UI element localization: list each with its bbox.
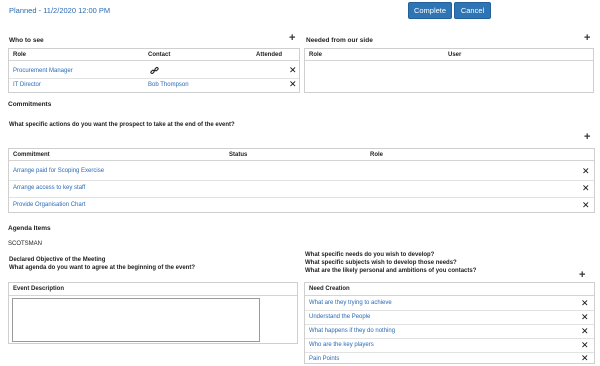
table-row: Arrange access to key staff ✕ [9, 181, 594, 194]
commitment-link[interactable]: Arrange access to key staff [13, 185, 85, 191]
col-commitment: Commitment [13, 152, 50, 158]
remove-close-icon[interactable]: ✕ [581, 313, 589, 322]
add-need-plus-icon[interactable]: + [579, 270, 585, 281]
commitments-table: Commitment Status Role Arrange paid for … [8, 148, 595, 213]
commitments-header: Commitment Status Role [9, 149, 594, 161]
need-link[interactable]: Who are the key players [309, 342, 374, 348]
need-link[interactable]: Pain Points [309, 356, 339, 362]
need-question-2: What specific subjects wish to develop t… [305, 260, 457, 266]
remove-close-icon[interactable]: ✕ [581, 299, 589, 308]
col-status: Status [229, 152, 248, 158]
need-link[interactable]: What are they trying to achieve [309, 300, 392, 306]
table-row: What are they trying to achieve ✕ [305, 297, 594, 310]
need-question-1: What specific needs do you wish to devel… [305, 252, 435, 258]
remove-close-icon[interactable]: ✕ [582, 167, 590, 176]
need-link[interactable]: Understand the People [309, 314, 370, 320]
commitment-link[interactable]: Arrange paid for Scoping Exercise [13, 168, 104, 174]
commitment-link[interactable]: Provide Organisation Chart [13, 202, 85, 208]
col-role: Role [309, 52, 323, 58]
event-description-input[interactable] [12, 298, 260, 342]
event-description-label: Event Description [13, 286, 65, 292]
objective-label: Declared Objective of the Meeting [9, 257, 106, 263]
need-creation-label: Need Creation [309, 286, 350, 292]
remove-close-icon[interactable]: ✕ [581, 327, 589, 336]
remove-close-icon[interactable]: ✕ [582, 184, 590, 193]
table-row: Arrange paid for Scoping Exercise ✕ [9, 164, 594, 177]
table-row: Provide Organisation Chart ✕ [9, 198, 594, 211]
col-role: Role [370, 152, 384, 158]
add-needed-plus-icon[interactable]: + [584, 33, 590, 44]
col-user: User [448, 52, 462, 58]
remove-close-icon[interactable]: ✕ [289, 80, 297, 89]
needed-title: Needed from our side [306, 37, 373, 44]
contact-link[interactable]: Bob Thompson [148, 82, 189, 88]
company-name: SCOTSMAN [8, 241, 43, 247]
cancel-button[interactable]: Cancel [454, 2, 491, 19]
commitments-question: What specific actions do you want the pr… [9, 122, 235, 128]
need-creation-header: Need Creation [305, 283, 594, 296]
role-link[interactable]: Procurement Manager [13, 68, 73, 74]
need-link[interactable]: What happens if they do nothing [309, 328, 395, 334]
needed-table: Role User [304, 48, 594, 93]
table-row: Who are the key players ✕ [305, 339, 594, 352]
need-question-3: What are the likely personal and ambitio… [305, 268, 477, 274]
commitments-title: Commitments [8, 101, 52, 108]
complete-button[interactable]: Complete [408, 2, 452, 19]
col-contact: Contact [148, 52, 171, 58]
add-commitment-plus-icon[interactable]: + [584, 132, 590, 143]
remove-close-icon[interactable]: ✕ [581, 341, 589, 350]
col-role: Role [13, 52, 27, 58]
status-text: Planned - 11/2/2020 12:00 PM [9, 6, 111, 15]
objective-question: What agenda do you want to agree at the … [9, 265, 196, 271]
need-creation-table: Need Creation What are they trying to ac… [304, 282, 595, 364]
role-link[interactable]: IT Director [13, 82, 41, 88]
table-row: What happens if they do nothing ✕ [305, 325, 594, 338]
remove-close-icon[interactable]: ✕ [289, 66, 297, 75]
needed-header: Role User [305, 49, 593, 61]
event-description-header: Event Description [9, 283, 297, 296]
link-icon[interactable] [150, 66, 159, 77]
remove-close-icon[interactable]: ✕ [582, 201, 590, 210]
who-to-see-table: Role Contact Attended Procurement Manage… [8, 48, 300, 93]
table-row: Pain Points ✕ [305, 353, 594, 366]
add-contact-plus-icon[interactable]: + [289, 33, 295, 44]
table-row: Procurement Manager ✕ [9, 65, 299, 78]
table-row: Understand the People ✕ [305, 311, 594, 324]
agenda-title: Agenda Items [8, 225, 51, 232]
col-attended: Attended [256, 52, 282, 58]
who-to-see-title: Who to see [9, 37, 44, 44]
table-row: IT Director Bob Thompson ✕ [9, 79, 299, 92]
who-to-see-header: Role Contact Attended [9, 49, 299, 61]
remove-close-icon[interactable]: ✕ [581, 354, 589, 363]
